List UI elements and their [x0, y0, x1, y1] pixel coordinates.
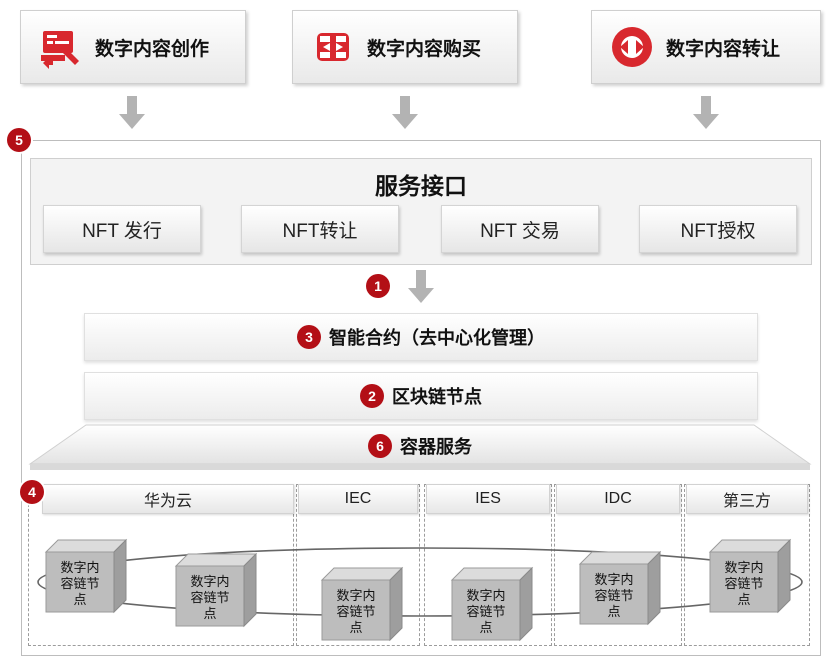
container-service-label: 容器服务	[400, 437, 472, 457]
nft-issue-button[interactable]: NFT 发行	[43, 205, 201, 253]
cloud-header-third-party: 第三方	[686, 484, 808, 514]
node-label-line: 容链节	[724, 576, 763, 591]
service-interface-panel: 服务接口 NFT 发行 NFT转让 NFT 交易 NFT授权	[30, 158, 812, 265]
node-label-line: 点	[203, 606, 216, 621]
node-ring	[37, 547, 803, 617]
node-label-line: 容链节	[60, 576, 99, 591]
top-card-label: 数字内容创作	[95, 38, 210, 60]
node-label-line: 容链节	[336, 604, 375, 619]
content-creation-icon	[39, 25, 83, 69]
blockchain-node-cube: 数字内容链节点	[320, 566, 404, 642]
content-transfer-icon	[610, 25, 654, 69]
cloud-header-ies: IES	[426, 484, 550, 514]
smart-contract-label: 智能合约（去中心化管理）	[329, 328, 545, 348]
down-arrow-icon	[408, 270, 434, 303]
step-badge-2: 2	[360, 384, 384, 408]
step-badge-5: 5	[7, 128, 31, 152]
node-label-line: 点	[737, 592, 750, 607]
down-arrow-icon	[693, 96, 719, 129]
blockchain-node-label: 区块链节点	[392, 387, 482, 407]
node-network: 数字内容链节点数字内容链节点数字内容链节点数字内容链节点数字内容链节点数字内容链…	[37, 538, 803, 642]
container-service-row: 6 容器服务	[28, 432, 812, 460]
node-label-line: 容链节	[190, 590, 229, 605]
node-label-line: 点	[73, 592, 86, 607]
blockchain-node-cube: 数字内容链节点	[174, 552, 258, 628]
top-card-content-purchase: 数字内容购买	[292, 10, 518, 84]
cloud-header-huawei: 华为云	[42, 484, 294, 514]
step-badge-6: 6	[368, 434, 392, 458]
step-badge-3: 3	[297, 325, 321, 349]
blockchain-node-cube: 数字内容链节点	[578, 550, 662, 626]
cloud-header-iec: IEC	[298, 484, 418, 514]
top-card-content-transfer: 数字内容转让	[591, 10, 821, 84]
top-card-label: 数字内容转让	[666, 38, 781, 60]
node-label-line: 数字内	[336, 588, 375, 603]
smart-contract-layer: 3 智能合约（去中心化管理）	[84, 313, 758, 361]
node-label-line: 数字内	[466, 588, 505, 603]
node-label-line: 数字内	[190, 574, 229, 589]
node-label-line: 点	[479, 620, 492, 635]
cloud-header-idc: IDC	[556, 484, 680, 514]
blockchain-node-layer: 2 区块链节点	[84, 372, 758, 420]
top-card-label: 数字内容购买	[367, 38, 482, 60]
service-interface-title: 服务接口	[375, 173, 467, 199]
nft-trade-button[interactable]: NFT 交易	[441, 205, 599, 253]
nft-authorize-button[interactable]: NFT授权	[639, 205, 797, 253]
step-badge-1: 1	[366, 274, 390, 298]
content-purchase-icon	[311, 25, 355, 69]
node-label-line: 容链节	[594, 588, 633, 603]
node-label-line: 数字内	[594, 572, 633, 587]
node-label-line: 点	[349, 620, 362, 635]
blockchain-node-cube: 数字内容链节点	[44, 538, 128, 614]
node-label-line: 点	[607, 604, 620, 619]
blockchain-node-cube: 数字内容链节点	[450, 566, 534, 642]
node-label-line: 容链节	[466, 604, 505, 619]
node-label-line: 数字内	[60, 560, 99, 575]
nft-transfer-button[interactable]: NFT转让	[241, 205, 399, 253]
node-label-line: 数字内	[724, 560, 763, 575]
down-arrow-icon	[392, 96, 418, 129]
down-arrow-icon	[119, 96, 145, 129]
top-card-content-creation: 数字内容创作	[20, 10, 246, 84]
step-badge-4: 4	[20, 480, 44, 504]
blockchain-node-cube: 数字内容链节点	[708, 538, 792, 614]
